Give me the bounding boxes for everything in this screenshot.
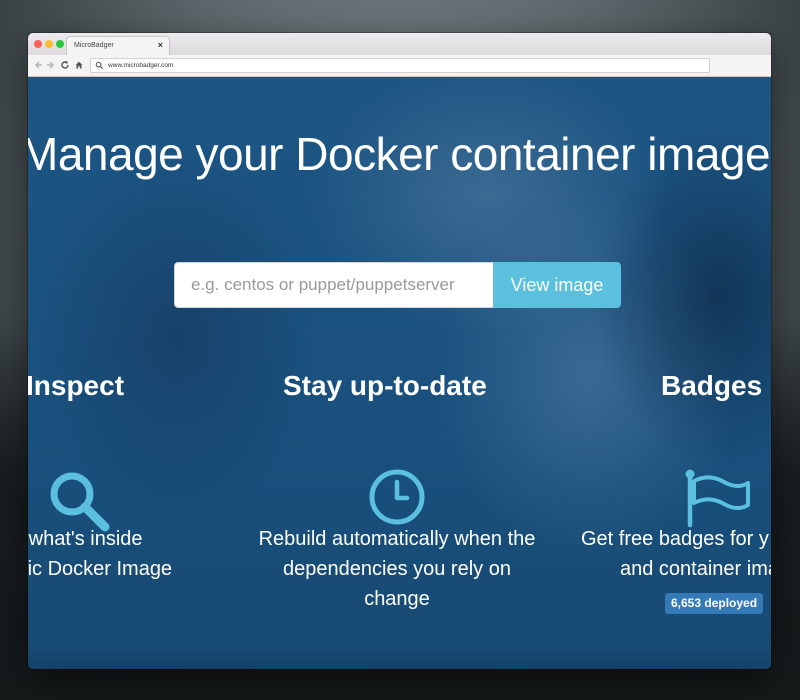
- maximize-window-button[interactable]: [56, 40, 64, 48]
- feature-title-stay-up-to-date: Stay up-to-date: [283, 370, 487, 401]
- home-icon: [75, 61, 83, 69]
- feature-text-line: blic Docker Image: [28, 558, 173, 580]
- feature-text-line: and container ima: [620, 558, 771, 580]
- browser-window: MicroBadger × www.microbadger.com Manage…: [28, 33, 771, 669]
- feature-text-line: Rebuild automatically when the: [258, 528, 536, 550]
- hero-title: Manage your Docker container images: [28, 128, 771, 180]
- feature-text-inspect: e what's inside blic Docker Image: [28, 524, 172, 584]
- feature-text-line: dependencies you rely on: [283, 558, 511, 580]
- feature-text-line: change: [364, 588, 430, 610]
- title-bar: MicroBadger ×: [28, 33, 771, 55]
- image-search-input[interactable]: [174, 262, 493, 308]
- footer-strip: [28, 651, 771, 669]
- close-window-button[interactable]: [34, 40, 42, 48]
- address-url: www.microbadger.com: [108, 62, 174, 69]
- search-icon: [95, 61, 104, 70]
- tab-close-button[interactable]: ×: [158, 40, 163, 50]
- feature-title-badges: Badges: [661, 370, 763, 401]
- feature-text-badges: Get free badges for y and container ima: [581, 524, 771, 584]
- home-button[interactable]: [73, 59, 85, 71]
- browser-tab[interactable]: MicroBadger ×: [66, 36, 170, 55]
- view-image-button[interactable]: View image: [493, 262, 621, 308]
- address-bar[interactable]: www.microbadger.com: [90, 58, 710, 73]
- reload-button[interactable]: [59, 59, 71, 71]
- forward-button[interactable]: [45, 59, 57, 71]
- arrow-left-icon: [35, 61, 42, 69]
- badges-deployed-count: 6,653 deployed: [665, 593, 764, 614]
- feature-text-stay-up-to-date: Rebuild automatically when the dependenc…: [237, 524, 557, 614]
- reload-icon: [61, 60, 69, 69]
- back-button[interactable]: [32, 59, 44, 71]
- page-content: Manage your Docker container images View…: [28, 77, 771, 669]
- arrow-right-icon: [47, 61, 54, 69]
- feature-title-inspect: Inspect: [28, 370, 125, 401]
- feature-text-line: e what's inside: [28, 528, 143, 550]
- flag-icon: [685, 469, 750, 528]
- feature-text-line: Get free badges for y: [581, 528, 769, 550]
- browser-toolbar: www.microbadger.com: [28, 55, 771, 77]
- minimize-window-button[interactable]: [45, 40, 53, 48]
- image-search-form: View image: [174, 262, 621, 308]
- tab-title: MicroBadger: [74, 42, 114, 49]
- clock-icon: [369, 469, 425, 525]
